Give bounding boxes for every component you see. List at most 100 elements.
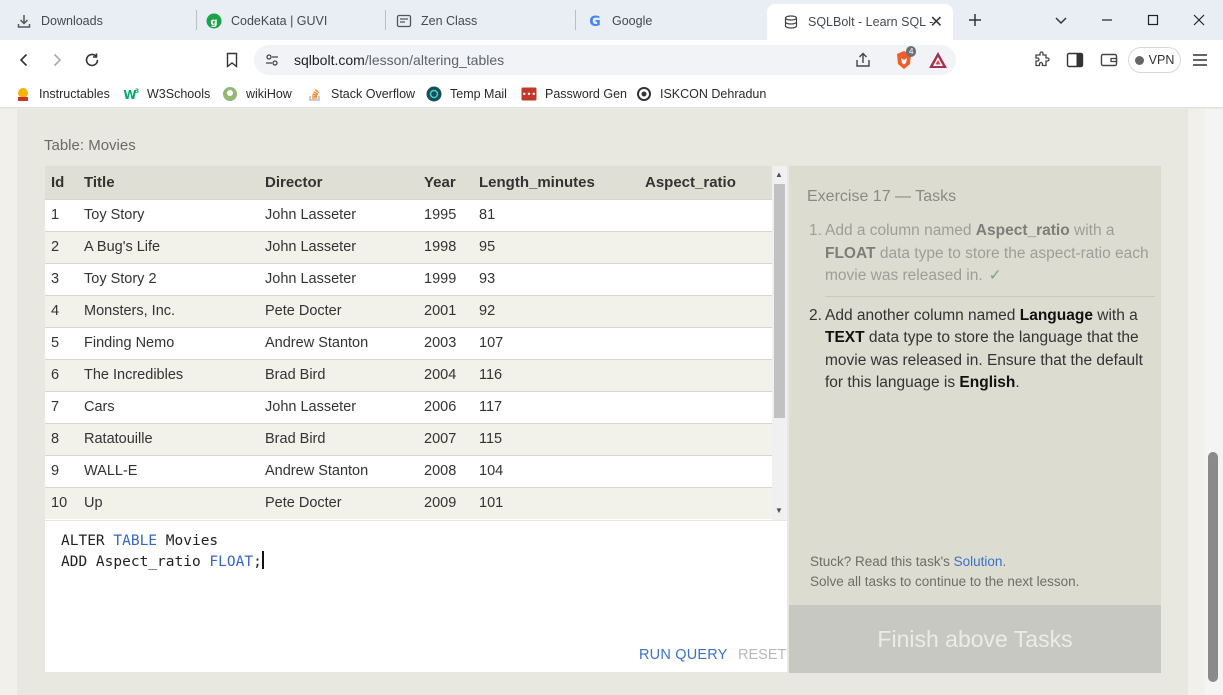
close-tab-icon[interactable]: ✕ xyxy=(930,12,943,32)
finish-tasks-button[interactable]: Finish above Tasks xyxy=(789,605,1161,673)
task-list: 1. Add a column named Aspect_ratio with a… xyxy=(809,220,1155,395)
extensions-icon[interactable] xyxy=(1032,50,1052,70)
guvi-icon: g xyxy=(206,13,222,29)
task-text: Add another column named xyxy=(825,306,1020,324)
tab-label: CodeKata | GUVI xyxy=(231,14,328,28)
solution-link[interactable]: Solution xyxy=(954,554,1003,569)
bookmark-password-gen[interactable]: ••• Password Gen xyxy=(521,86,627,102)
w3schools-icon: W3 xyxy=(123,86,139,102)
code-token: ALTER xyxy=(61,533,114,549)
table-cell xyxy=(639,486,772,519)
tab-zen-class[interactable]: Zen Class xyxy=(380,6,576,36)
task-keyword: FLOAT xyxy=(825,244,876,262)
share-icon[interactable] xyxy=(854,51,872,74)
menu-icon[interactable] xyxy=(1190,50,1210,70)
table-cell: 107 xyxy=(473,326,639,359)
table-cell xyxy=(639,198,772,231)
table-cell: 1995 xyxy=(418,198,473,231)
brave-shields-icon[interactable]: 4 xyxy=(894,46,917,75)
maximize-button[interactable] xyxy=(1143,10,1163,30)
table-scrollbar-thumb[interactable] xyxy=(774,184,785,418)
page-scrollbar-thumb[interactable] xyxy=(1208,452,1218,682)
table-cell: John Lasseter xyxy=(259,262,418,295)
close-window-button[interactable] xyxy=(1189,10,1209,30)
sql-code[interactable]: ALTER TABLE Movies ADD Aspect_ratio FLOA… xyxy=(61,531,264,572)
site-settings-icon[interactable] xyxy=(264,52,280,73)
minimize-button[interactable] xyxy=(1097,10,1117,30)
table-cell xyxy=(639,422,772,455)
tab-google[interactable]: G Google xyxy=(571,6,767,36)
table-label: Table: Movies xyxy=(44,137,136,154)
table-row: 1 Toy Story John Lasseter 1995 81 xyxy=(45,198,772,231)
bookmark-label: Stack Overflow xyxy=(331,87,416,101)
code-token: Movies xyxy=(157,533,219,549)
table-cell: 104 xyxy=(473,454,639,487)
table-cell: Pete Docter xyxy=(259,294,418,327)
tab-codekata[interactable]: g CodeKata | GUVI xyxy=(190,6,386,36)
table-cell: 7 xyxy=(45,390,78,423)
vpn-button[interactable]: VPN xyxy=(1128,47,1181,73)
column-header: Year xyxy=(418,166,473,199)
sidebar-icon[interactable] xyxy=(1065,50,1085,70)
table-cell xyxy=(639,358,772,391)
scroll-up-arrow-icon[interactable]: ▲ xyxy=(775,170,783,179)
tab-downloads[interactable]: Downloads xyxy=(0,6,196,36)
browser-toolbar: sqlbolt.com/lesson/altering_tables 4 VPN xyxy=(0,40,1223,80)
table-cell: 8 xyxy=(45,422,78,455)
table-cell: Up xyxy=(78,486,259,519)
bookmark-icon[interactable] xyxy=(222,50,242,70)
address-bar[interactable]: sqlbolt.com/lesson/altering_tables 4 xyxy=(254,45,956,75)
table-cell: 117 xyxy=(473,390,639,423)
movies-table: Id Title Director Year Length_minutes As… xyxy=(45,166,772,519)
url-host: sqlbolt.com xyxy=(294,52,365,68)
table-header-row: Id Title Director Year Length_minutes As… xyxy=(45,166,772,199)
table-row: 8 Ratatouille Brad Bird 2007 115 xyxy=(45,422,772,455)
task-text: Add a column named xyxy=(825,222,976,239)
tab-label: Google xyxy=(612,14,653,28)
tab-search-chevron-icon[interactable] xyxy=(1051,10,1071,30)
forward-button[interactable] xyxy=(47,50,67,70)
table-cell: 2 xyxy=(45,230,78,263)
run-query-button[interactable]: RUN QUERY xyxy=(639,647,728,663)
svg-text:G: G xyxy=(589,14,601,29)
bookmark-stack-overflow[interactable]: Stack Overflow xyxy=(307,86,415,102)
brave-rewards-icon[interactable] xyxy=(928,51,948,74)
reset-button[interactable]: RESET xyxy=(738,647,786,663)
tab-label: SQLBolt - Learn SQL - xyxy=(808,15,934,29)
column-header: Aspect_ratio xyxy=(639,166,772,199)
task-keyword: Aspect_ratio xyxy=(975,222,1070,239)
table-cell: 1998 xyxy=(418,230,473,263)
table-cell: 2009 xyxy=(418,486,473,519)
url-text: sqlbolt.com/lesson/altering_tables xyxy=(294,52,504,68)
table-row: 2A Bug's Life John Lasseter 1998 95 xyxy=(45,230,772,263)
help-text: Stuck? Read this task's xyxy=(810,554,954,569)
tab-label: Zen Class xyxy=(421,14,478,28)
table-cell: Ratatouille xyxy=(78,422,259,455)
checkmark-icon: ✓ xyxy=(988,267,1002,284)
scroll-down-arrow-icon[interactable]: ▼ xyxy=(775,506,783,515)
vpn-status-icon xyxy=(1134,55,1144,65)
table-cell: 2007 xyxy=(418,422,473,455)
task-text: with a xyxy=(1069,222,1115,239)
new-tab-button[interactable] xyxy=(965,10,985,30)
table-cell: 4 xyxy=(45,294,78,327)
bookmark-iskcon[interactable]: ISKCON Dehradun xyxy=(636,86,766,102)
table-cell: 81 xyxy=(473,198,639,231)
bookmark-w3schools[interactable]: W3 W3Schools xyxy=(123,86,210,102)
table-cell: 2003 xyxy=(418,326,473,359)
back-button[interactable] xyxy=(14,50,34,70)
reload-button[interactable] xyxy=(82,50,102,70)
table-body: 1 Toy Story John Lasseter 1995 81 2 A Bug's Li… xyxy=(45,198,772,519)
bookmark-wikihow[interactable]: wikiHow xyxy=(222,86,292,102)
table-cell: 9 xyxy=(45,454,78,487)
bookmark-instructables[interactable]: Instructables xyxy=(15,86,110,102)
table-cell xyxy=(639,390,772,423)
bookmark-temp-mail[interactable]: Temp Mail xyxy=(426,86,507,102)
table-row: 6 The Incredibles Brad Bird 2004 116 xyxy=(45,358,772,391)
zen-class-icon xyxy=(396,13,412,29)
table-cell xyxy=(639,326,772,359)
url-path: /lesson/altering_tables xyxy=(364,52,505,68)
help-text: Solve all tasks to continue to the next … xyxy=(810,574,1080,589)
wallet-icon[interactable] xyxy=(1099,50,1119,70)
tab-sqlbolt[interactable]: SQLBolt - Learn SQL - ✕ xyxy=(767,4,953,40)
